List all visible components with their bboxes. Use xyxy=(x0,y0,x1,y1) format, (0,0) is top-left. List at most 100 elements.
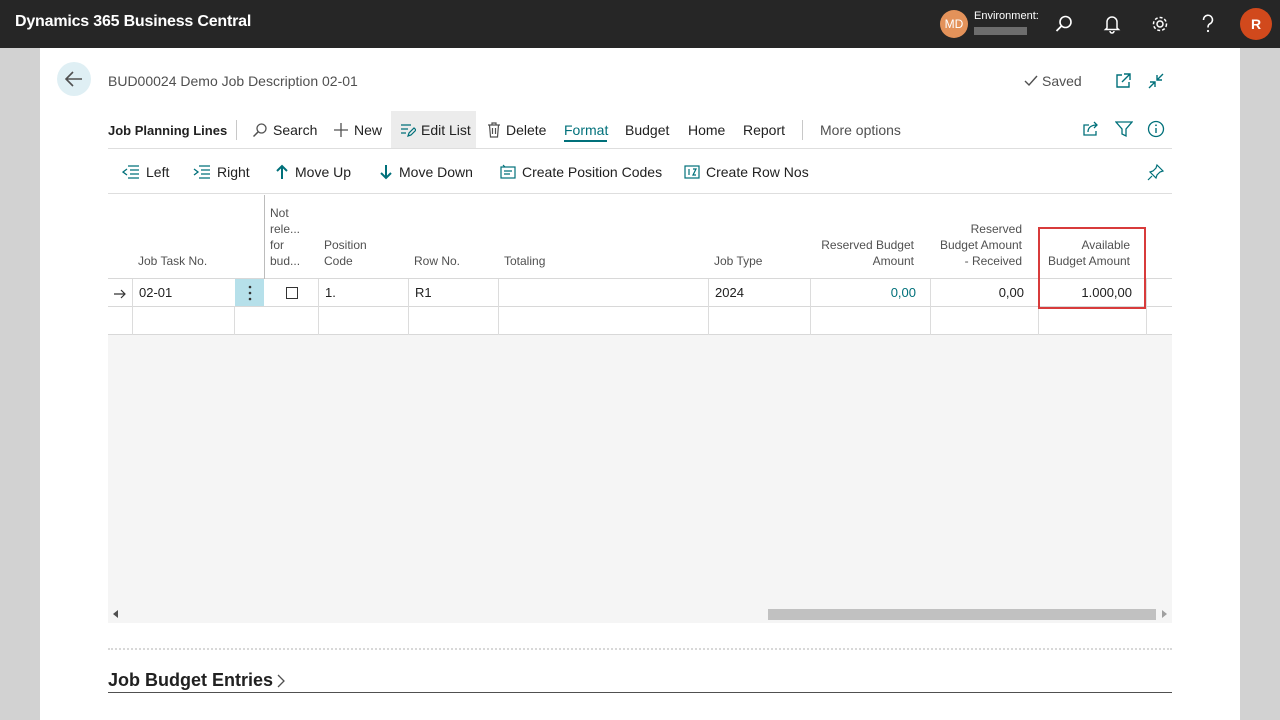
share-icon[interactable] xyxy=(1081,119,1101,139)
available-budget-highlight-box xyxy=(1038,227,1146,309)
cell-divider xyxy=(1146,279,1147,307)
section-title: Job Budget Entries xyxy=(108,670,274,690)
totaling-cell[interactable] xyxy=(505,279,705,307)
row-no-cell[interactable]: R1 xyxy=(415,279,495,307)
header-line: Amount xyxy=(872,254,914,268)
bell-icon[interactable] xyxy=(1100,12,1124,36)
right-button[interactable]: Right xyxy=(193,160,250,184)
open-new-window-icon[interactable] xyxy=(1113,71,1133,91)
section-divider xyxy=(108,648,1172,650)
cell-divider xyxy=(498,307,499,335)
arrow-left-icon xyxy=(65,71,82,87)
job-task-no-cell[interactable]: 02-01 xyxy=(139,279,231,307)
create-position-codes-label: Create Position Codes xyxy=(522,164,663,180)
arrow-up-icon xyxy=(276,164,288,179)
header-line: Position xyxy=(324,238,367,252)
move-down-label: Move Down xyxy=(399,164,473,180)
table-row[interactable]: 02-01 1. R1 2024 0,00 0,00 1.000,00 xyxy=(108,279,1172,307)
cell-divider xyxy=(132,279,133,307)
user-avatar[interactable]: MD xyxy=(940,10,968,38)
column-header-not-released[interactable]: Not rele... for bud... xyxy=(270,205,300,269)
tab-home[interactable]: Home xyxy=(688,112,725,148)
cell-divider xyxy=(1038,307,1039,335)
create-row-nos-label: Create Row Nos xyxy=(706,164,809,180)
environment-label: Environment: xyxy=(974,10,1039,22)
column-header-job-task-no[interactable]: Job Task No. xyxy=(138,253,207,269)
header-line: rele... xyxy=(270,222,301,236)
create-position-codes-button[interactable]: Create Position Codes xyxy=(500,160,662,184)
header-line: Code xyxy=(324,254,353,268)
more-options-button[interactable]: More options xyxy=(820,112,901,148)
position-code-cell[interactable]: 1. xyxy=(325,279,405,307)
collapse-icon[interactable] xyxy=(1146,71,1166,91)
header-line: for xyxy=(270,238,285,252)
scroll-left-icon xyxy=(113,610,118,618)
active-tab-indicator xyxy=(564,140,607,142)
info-icon[interactable] xyxy=(1146,119,1166,139)
row-menu-button[interactable] xyxy=(235,279,264,306)
column-header-row-no[interactable]: Row No. xyxy=(414,253,460,269)
column-header-totaling[interactable]: Totaling xyxy=(504,253,545,269)
filter-icon[interactable] xyxy=(1114,119,1134,139)
column-header-job-type[interactable]: Job Type xyxy=(714,253,762,269)
cell-divider xyxy=(708,279,709,307)
job-budget-entries-header[interactable]: Job Budget Entries xyxy=(108,670,285,691)
tab-budget[interactable]: Budget xyxy=(625,112,669,148)
search-icon[interactable] xyxy=(1052,12,1076,36)
back-button[interactable] xyxy=(57,62,91,96)
search-label: Search xyxy=(273,122,318,138)
arrow-down-icon xyxy=(380,165,392,180)
cell-divider xyxy=(810,307,811,335)
right-label: Right xyxy=(217,164,250,180)
cell-divider xyxy=(498,279,499,307)
pin-icon[interactable] xyxy=(1146,162,1166,182)
new-label: New xyxy=(354,122,383,138)
saved-status: Saved xyxy=(1024,73,1082,89)
column-header-reserved-budget-amount[interactable]: Reserved Budget Amount xyxy=(818,237,914,269)
environment-value xyxy=(974,27,1027,35)
page-title: BUD00024 Demo Job Description 02-01 xyxy=(108,73,358,89)
cell-divider xyxy=(132,307,133,335)
grid-header: Job Task No. Not rele... for bud... Posi… xyxy=(108,195,1172,279)
left-button[interactable]: Left xyxy=(122,160,169,184)
more-vertical-icon xyxy=(248,285,251,300)
reserved-budget-amount-cell[interactable]: 0,00 xyxy=(818,279,916,307)
job-planning-lines-grid: Job Task No. Not rele... for bud... Posi… xyxy=(108,195,1172,623)
column-header-reserved-received[interactable]: Reserved Budget Amount - Received xyxy=(934,221,1022,269)
gear-icon[interactable] xyxy=(1148,12,1172,36)
check-icon xyxy=(1024,75,1038,87)
top-bar: Dynamics 365 Business Central MD Environ… xyxy=(0,0,1280,48)
outdent-icon xyxy=(122,165,139,179)
app-title[interactable]: Dynamics 365 Business Central xyxy=(15,13,251,31)
new-button[interactable]: New xyxy=(333,112,382,148)
search-icon xyxy=(252,123,267,138)
divider xyxy=(108,148,1172,149)
header-line: Reserved xyxy=(970,222,1022,236)
profile-avatar[interactable]: R xyxy=(1240,8,1272,40)
cell-divider xyxy=(234,307,235,335)
row-indicator-arrow-icon xyxy=(113,279,133,307)
tab-report[interactable]: Report xyxy=(743,112,785,148)
search-button[interactable]: Search xyxy=(252,112,317,148)
cell-divider xyxy=(930,279,931,307)
table-row-empty[interactable] xyxy=(108,307,1172,335)
header-line: - Received xyxy=(964,254,1022,268)
column-header-position-code[interactable]: Position Code xyxy=(324,237,367,269)
tab-format[interactable]: Format xyxy=(564,112,608,148)
edit-list-button[interactable]: Edit List xyxy=(400,112,471,148)
job-type-cell[interactable]: 2024 xyxy=(715,279,805,307)
reserved-received-cell[interactable]: 0,00 xyxy=(934,279,1024,307)
move-up-button[interactable]: Move Up xyxy=(275,160,351,184)
indent-icon xyxy=(193,165,210,179)
help-icon[interactable] xyxy=(1196,12,1220,36)
header-line: Budget Amount xyxy=(939,238,1022,252)
move-down-button[interactable]: Move Down xyxy=(379,160,473,184)
not-released-checkbox[interactable] xyxy=(286,287,298,299)
edit-list-icon xyxy=(401,124,416,137)
scrollbar-thumb[interactable] xyxy=(768,609,1156,620)
cell-divider xyxy=(318,279,319,307)
cell-divider xyxy=(708,307,709,335)
delete-button[interactable]: Delete xyxy=(487,112,546,148)
create-row-nos-button[interactable]: Create Row Nos xyxy=(684,160,809,184)
cell-divider xyxy=(408,279,409,307)
